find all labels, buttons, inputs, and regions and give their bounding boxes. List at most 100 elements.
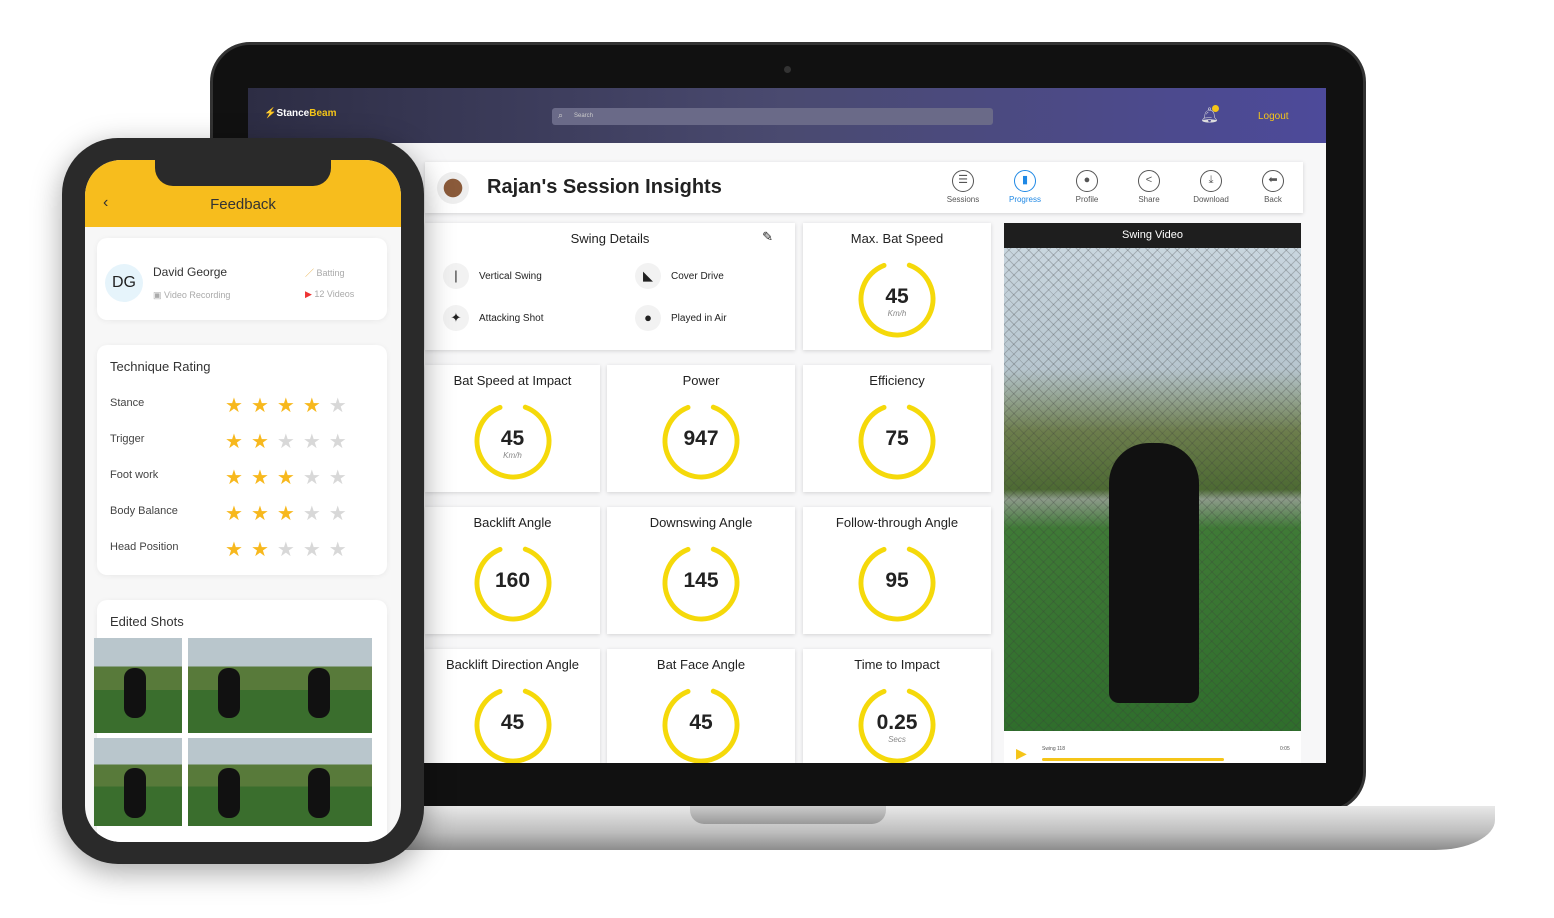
shot-icon: ✦ <box>443 305 469 331</box>
card-title: Swing Details <box>570 231 650 246</box>
metric-value: 0.25 <box>876 711 918 734</box>
metric-value: 45 <box>500 711 525 734</box>
initials-avatar: DG <box>105 264 143 302</box>
metric-title: Power <box>682 373 720 388</box>
metric-card: Efficiency 75 <box>803 365 991 492</box>
metric-card: Follow-through Angle 95 <box>803 507 991 634</box>
metric-title: Efficiency <box>869 373 925 388</box>
swing-detail-item: ✦ Attacking Shot <box>443 305 543 331</box>
laptop-notch <box>690 806 886 824</box>
star-rating: ★★★★★ <box>225 393 355 418</box>
star-icon: ★ <box>250 431 277 453</box>
gauge-ring: 75 <box>855 399 939 483</box>
player-name: David George <box>153 265 228 279</box>
star-icon: ★ <box>250 395 277 417</box>
shot-thumbnail[interactable] <box>188 738 372 826</box>
star-icon: ★ <box>328 539 355 561</box>
videos-count: ▶ 12 Videos <box>305 289 355 299</box>
technique-rating-card: Technique Rating Stance ★★★★★ Trigger ★★★★★… <box>97 345 387 575</box>
nav-sessions[interactable]: ☰ Sessions <box>938 170 988 204</box>
metric-card: Power 947 <box>607 365 795 492</box>
nav-label: Back <box>1264 195 1282 204</box>
nav-share[interactable]: < Share <box>1124 170 1174 204</box>
swing-detail-label: Cover Drive <box>671 270 724 282</box>
shot-thumbnail[interactable] <box>94 638 182 733</box>
share-icon: < <box>1138 170 1160 192</box>
metric-card: Bat Face Angle 45 <box>607 649 795 763</box>
search-input[interactable]: ⌕ Search <box>552 108 993 125</box>
gauge-ring: 145 <box>659 541 743 625</box>
nav-progress[interactable]: ▮ Progress <box>1000 170 1050 204</box>
star-icon: ★ <box>302 539 329 561</box>
edit-pencil-icon[interactable]: ✎ <box>762 229 773 245</box>
swing-detail-label: Played in Air <box>671 312 727 324</box>
brand: Stance <box>276 108 310 119</box>
play-icon[interactable]: ▶ <box>1016 745 1027 762</box>
logout-link[interactable]: Logout <box>1258 111 1289 122</box>
gauge-ring: 45 <box>471 683 555 763</box>
avatar <box>437 172 469 204</box>
gauge-ring: 45 Km/h <box>471 399 555 483</box>
phone-title: Feedback <box>210 196 276 213</box>
gauge-ring: 947 <box>659 399 743 483</box>
bat-icon: ／ <box>305 268 317 278</box>
metric-title: Time to Impact <box>854 657 940 672</box>
star-icon: ★ <box>276 431 303 453</box>
metric-card: Time to Impact 0.25 Secs <box>803 649 991 763</box>
swing-detail-item: ◣ Cover Drive <box>635 263 724 289</box>
download-icon: ⤓ <box>1200 170 1222 192</box>
star-icon: ★ <box>250 503 277 525</box>
shot-thumbnail[interactable] <box>94 738 182 826</box>
edited-shots-card: Edited Shots <box>94 600 387 842</box>
nav-label: Share <box>1138 195 1160 204</box>
star-rating: ★★★★★ <box>225 501 355 526</box>
shot-thumbnail[interactable] <box>188 638 372 733</box>
metric-title: Downswing Angle <box>649 515 753 530</box>
star-icon: ★ <box>302 395 329 417</box>
metric-card: Backlift Direction Angle 45 <box>425 649 600 763</box>
gauge-ring: 160 <box>471 541 555 625</box>
list-icon: ☰ <box>952 170 974 192</box>
gauge-ring: 45 <box>659 683 743 763</box>
nav-download[interactable]: ⤓ Download <box>1186 170 1236 204</box>
source-label: ▣ Video Recording <box>153 290 231 300</box>
play-icon: ▶ <box>305 289 315 299</box>
metric-unit: Km/h <box>503 451 522 460</box>
rating-title: Technique Rating <box>110 359 211 374</box>
star-icon: ★ <box>276 395 303 417</box>
player-card: DG David George ▣ Video Recording ／ Batt… <box>97 238 387 320</box>
video-progress-bar[interactable] <box>1042 758 1224 761</box>
star-icon: ★ <box>302 503 329 525</box>
metric-title: Bat Face Angle <box>656 657 746 672</box>
star-icon: ★ <box>328 395 355 417</box>
rating-label: Stance <box>110 397 145 409</box>
metric-title: Backlift Angle <box>473 515 552 530</box>
metric-card: Bat Speed at Impact 45 Km/h <box>425 365 600 492</box>
star-icon: ★ <box>225 467 251 489</box>
metric-unit: Km/h <box>887 309 907 318</box>
metric-card: Backlift Angle 160 <box>425 507 600 634</box>
metric-card: Max. Bat Speed 45 Km/h <box>803 223 991 350</box>
rating-row: Stance ★★★★★ <box>110 395 380 417</box>
logo[interactable]: ⚡StanceBeam <box>264 108 337 119</box>
gauge-ring: 0.25 Secs <box>855 683 939 763</box>
mode-label: ／ Batting <box>305 268 345 278</box>
nav-back[interactable]: ⬅ Back <box>1248 170 1298 204</box>
star-icon: ★ <box>276 503 303 525</box>
page-title: Rajan's Session Insights <box>487 176 722 198</box>
metric-value: 160 <box>494 569 531 592</box>
star-icon: ★ <box>225 431 251 453</box>
search-icon: ⌕ <box>558 110 564 120</box>
star-icon: ★ <box>328 467 355 489</box>
video-title: Swing Video <box>1004 223 1301 248</box>
star-icon: ★ <box>302 467 329 489</box>
swing-detail-label: Vertical Swing <box>479 270 542 282</box>
back-arrow-icon: ⬅ <box>1262 170 1284 192</box>
nav-profile[interactable]: ● Profile <box>1062 170 1112 204</box>
brand-accent: Beam <box>309 108 337 119</box>
notification-dot <box>1212 105 1219 112</box>
metric-card: Downswing Angle 145 <box>607 507 795 634</box>
shot-icon: | <box>443 263 469 289</box>
metric-value: 75 <box>885 427 909 450</box>
bar-chart-icon: ▮ <box>1014 170 1036 192</box>
